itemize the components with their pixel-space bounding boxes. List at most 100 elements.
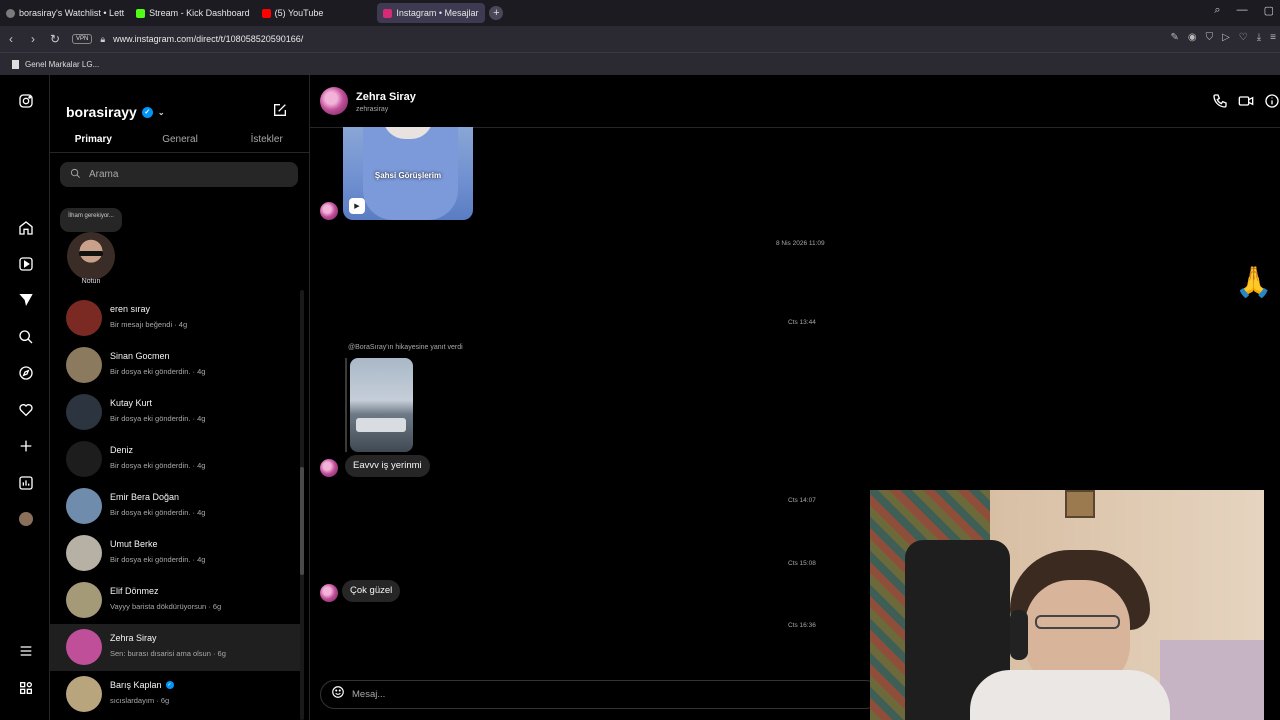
conversation-item[interactable]: eren sıray Bir mesajı beğendi · 4g [50,295,302,342]
search-box[interactable] [60,162,298,187]
note-avatar[interactable] [67,232,115,280]
compose-icon[interactable] [272,102,288,118]
conversation-item[interactable]: Deniz Bir dosya eki gönderdin. · 4g [50,436,302,483]
more-menu-icon[interactable] [17,642,35,660]
avatar [66,394,102,430]
note-bubble[interactable]: İlham gerekiyor... [60,208,122,232]
browser-tab-instagram[interactable]: Instagram • Mesajlar [377,3,486,23]
account-switcher[interactable]: borasirayy ✓ ⌄ [66,104,165,120]
conversation-item[interactable]: Zehra Siray Sen: burası dısarisi ama olsu… [50,624,302,671]
message-bubble[interactable]: Çok güzel [342,580,401,602]
instagram-logo-icon[interactable] [17,92,35,110]
url-field[interactable]: www.instagram.com/direct/t/1080585205901… [113,34,303,44]
conversation-name-text: Emir Bera Doğan [110,492,180,502]
new-tab-button[interactable]: + [489,6,504,20]
heart-icon[interactable]: ♡ [1239,32,1248,43]
timestamp: Cts 13:44 [788,319,816,326]
conversation-preview: Sen: burası dısarisi ama olsun · 6g [110,649,226,658]
address-bar: ‹ › ↻ VPN 🔒︎ www.instagram.com/direct/t/… [0,26,1280,52]
profile-avatar[interactable] [17,510,35,528]
bookmarks-bar: Genel Markalar LG... [0,52,1280,75]
camera-icon[interactable]: ◉ [1188,32,1197,43]
download-icon[interactable]: ⤓ [1257,32,1261,43]
webcam-person-body [970,670,1170,720]
account-username: borasirayy [66,104,137,120]
chat-header-actions [1212,93,1280,109]
search-icon [70,166,81,184]
inbox-tabs: Primary General İstekler [50,127,309,153]
browser-tab-youtube[interactable]: (5) YouTube [256,3,330,23]
forward-icon[interactable]: › [22,32,44,46]
tab-primary[interactable]: Primary [50,127,137,153]
menu-icon[interactable]: ≡ [1270,32,1276,43]
tab-requests[interactable]: İstekler [223,127,309,153]
sender-avatar [320,584,338,602]
heart-icon[interactable] [17,401,35,419]
tab-label: (5) YouTube [274,8,324,18]
messages-icon[interactable] [17,291,35,309]
reel-caption: Şahsi Görüşlerim [374,171,442,180]
conversation-item[interactable]: Umut Berke Bir dosya eki gönderdin. · 4g [50,530,302,577]
message-input[interactable] [352,689,752,700]
webcam-bed [1160,640,1264,720]
toolbar-icons: ✎ ◉ ⛉ ▷ ♡ ⤓ ≡ [1170,32,1276,43]
reply-indicator [345,358,347,452]
conversation-item[interactable]: Emir Bera Doğan Bir dosya eki gönderdin. … [50,483,302,530]
info-icon[interactable] [1264,93,1280,109]
edit-icon[interactable]: ✎ [1170,32,1178,43]
chevron-down-icon: ⌄ [157,107,165,117]
conversation-item[interactable]: Barış Kaplan ✓ sıcıslardayım · 6g [50,671,302,718]
bookmark-item[interactable]: Genel Markalar LG... [25,60,99,69]
lock-icon: 🔒︎ [100,33,106,44]
conversation-item[interactable]: Kutay Kurt Bir dosya eki gönderdin. · 4g [50,389,302,436]
avatar [66,300,102,336]
explore-icon[interactable] [17,364,35,382]
conversation-name: Zehra Siray [110,633,157,643]
reload-icon[interactable]: ↻ [44,32,66,46]
message-bubble[interactable]: Eavvv iş yerinmi [345,455,430,477]
message-composer[interactable] [320,680,880,709]
chat-name[interactable]: Zehra Siray [356,91,416,103]
webcam-overlay [870,490,1264,720]
browser-tab-strip: borasiray's Watchlist • Lett Stream - Ki… [0,0,1280,26]
home-icon[interactable] [17,219,35,237]
conversation-item[interactable]: Elif Dönmez Vayyy barista dökdürüyorsun ·… [50,577,302,624]
conversation-name-text: Deniz [110,445,134,455]
apps-icon[interactable] [17,679,35,697]
vpn-badge[interactable]: VPN [72,34,93,44]
chat-handle: zehrasiray [356,106,389,113]
search-input[interactable] [89,169,269,180]
browser-tab-letterboxd[interactable]: borasiray's Watchlist • Lett [0,3,130,23]
phone-icon[interactable] [1212,93,1228,109]
reels-icon[interactable] [17,255,35,273]
conversation-name-text: Barış Kaplan [110,680,162,690]
browser-tab-kick[interactable]: Stream - Kick Dashboard [130,3,256,23]
tab-label: borasiray's Watchlist • Lett [19,8,125,18]
play-icon[interactable]: ▷ [1222,32,1230,43]
avatar [66,488,102,524]
document-icon [12,59,19,69]
search-icon[interactable] [17,328,35,346]
maximize-icon[interactable]: ▢ [1264,4,1274,17]
conversation-name-text: Umut Berke [110,539,158,549]
search-tabs-icon[interactable]: ⌕ [1214,4,1220,17]
shared-reel[interactable]: Şahsi Görüşlerim ▶ [343,127,473,220]
back-icon[interactable]: ‹ [0,32,22,46]
conversation-name: eren sıray [110,304,150,314]
story-reply-label: @BoraSıray'ın hikayesine yanıt verdi [348,344,463,351]
tab-general[interactable]: General [137,127,224,153]
emoji-icon[interactable] [331,685,345,704]
minimize-icon[interactable]: — [1237,4,1248,17]
scrollbar-thumb[interactable] [300,467,304,575]
conversation-item[interactable]: Sinan Gocmen Bir dosya eki gönderdin. · 4… [50,342,302,389]
sunglasses-icon [79,251,103,256]
play-icon: ▶ [349,198,365,214]
conversation-preview: Bir dosya eki gönderdin. · 4g [110,461,206,470]
dashboard-icon[interactable] [17,474,35,492]
shield-icon[interactable]: ⛉ [1206,32,1214,43]
story-thumbnail[interactable] [350,358,413,452]
create-icon[interactable] [17,437,35,455]
chat-avatar[interactable] [320,87,348,115]
video-call-icon[interactable] [1238,93,1254,109]
webcam-glasses [1035,615,1120,629]
